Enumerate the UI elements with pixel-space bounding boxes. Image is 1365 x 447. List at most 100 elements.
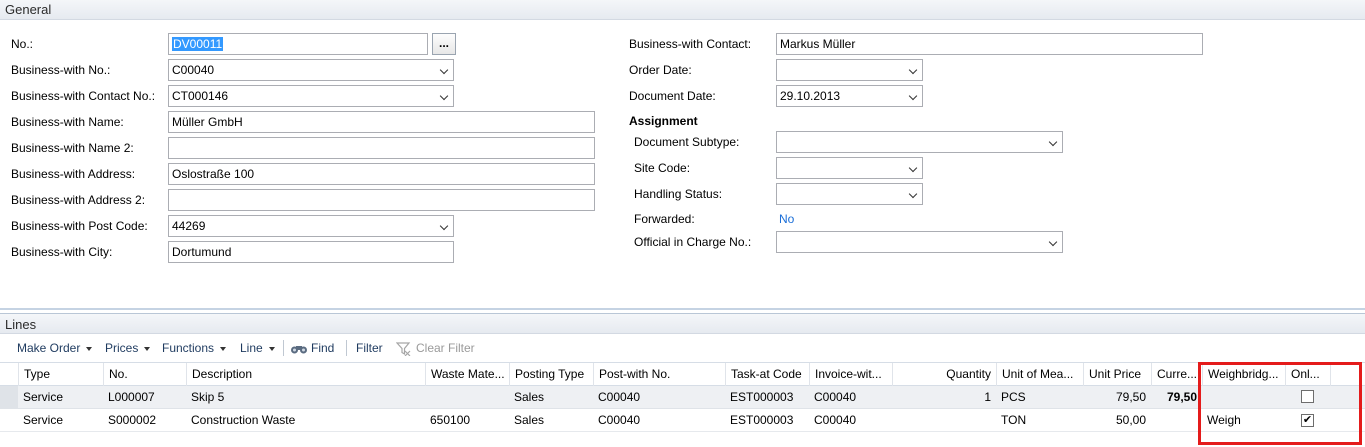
no-label: No.: <box>11 37 34 51</box>
cell-post-with-no[interactable]: C00040 <box>593 386 725 408</box>
functions-label: Functions <box>162 341 215 355</box>
cell-posting-type[interactable]: Sales <box>509 386 593 408</box>
cell-post-with-no[interactable]: C00040 <box>593 409 725 431</box>
cell-invoice-with[interactable]: C00040 <box>809 386 892 408</box>
cell-task-at-code[interactable]: EST000003 <box>725 386 809 408</box>
cell-waste-material[interactable] <box>425 386 509 408</box>
business-with-post-code-select[interactable]: 44269 <box>168 215 454 237</box>
cell-unit-price[interactable]: 50,00 <box>1083 409 1151 431</box>
prices-menu[interactable]: Prices <box>105 336 151 360</box>
col-header-unit-of-measure[interactable]: Unit of Mea... <box>996 363 1083 386</box>
cell-type[interactable]: Service <box>18 386 103 408</box>
forwarded-value[interactable]: No <box>779 212 794 226</box>
cell-description[interactable]: Construction Waste <box>186 409 425 431</box>
table-row[interactable]: Service S000002 Construction Waste 65010… <box>0 409 1365 432</box>
business-with-contact-no-select[interactable]: CT000146 <box>168 85 454 107</box>
site-code-select[interactable] <box>776 157 923 179</box>
business-with-name-input[interactable]: Müller GmbH <box>168 111 595 133</box>
col-header-post-with-no[interactable]: Post-with No. <box>593 363 725 386</box>
cell-unit-of-measure[interactable]: PCS <box>996 386 1083 408</box>
line-menu[interactable]: Line <box>240 336 275 360</box>
document-date-label: Document Date: <box>629 89 716 103</box>
general-title: General <box>5 2 52 17</box>
col-header-description[interactable]: Description <box>186 363 425 386</box>
order-date-label: Order Date: <box>629 63 692 77</box>
chevron-down-icon <box>86 346 93 351</box>
prices-label: Prices <box>105 341 139 355</box>
lines-section-header[interactable]: Lines <box>0 313 1365 334</box>
business-with-no-value: C00040 <box>172 63 215 77</box>
col-header-no[interactable]: No. <box>103 363 186 386</box>
cell-currency[interactable] <box>1151 409 1202 431</box>
business-with-no-label: Business-with No.: <box>11 63 111 77</box>
filter-button[interactable]: Filter <box>356 336 383 360</box>
business-with-contact-label: Business-with Contact: <box>629 37 752 51</box>
business-with-address-input[interactable]: Oslostraße 100 <box>168 163 595 185</box>
business-with-contact-no-value: CT000146 <box>172 89 229 103</box>
business-with-no-select[interactable]: C00040 <box>168 59 454 81</box>
cell-unit-price[interactable]: 79,50 <box>1083 386 1151 408</box>
business-with-city-label: Business-with City: <box>11 245 113 259</box>
order-date-select[interactable] <box>776 59 923 81</box>
business-with-name2-input[interactable] <box>168 137 595 159</box>
handling-status-label: Handling Status: <box>634 187 723 201</box>
find-button[interactable]: Find <box>290 336 334 360</box>
official-in-charge-select[interactable] <box>776 231 1063 253</box>
col-header-task-at-code[interactable]: Task-at Code <box>725 363 809 386</box>
no-input[interactable]: DV00011 <box>168 33 428 55</box>
document-subtype-select[interactable] <box>776 131 1063 153</box>
site-code-label: Site Code: <box>634 161 691 175</box>
assignment-heading: Assignment <box>629 114 698 128</box>
business-with-address2-input[interactable] <box>168 189 595 211</box>
find-label: Find <box>311 341 335 355</box>
highlight-box <box>1198 362 1362 445</box>
document-subtype-label: Document Subtype: <box>634 135 740 149</box>
business-with-post-code-value: 44269 <box>172 219 206 233</box>
col-header-quantity[interactable]: Quantity <box>892 363 996 386</box>
section-divider <box>0 308 1365 310</box>
document-date-select[interactable]: 29.10.2013 <box>776 85 923 107</box>
cell-type[interactable]: Service <box>18 409 103 431</box>
forwarded-label: Forwarded: <box>634 212 695 226</box>
no-input-value: DV00011 <box>172 37 224 51</box>
col-header-currency[interactable]: Curre... <box>1151 363 1202 386</box>
lines-toolbar: Make Order Prices Functions Line Find Fi… <box>0 336 1365 360</box>
col-header-waste-material[interactable]: Waste Mate... <box>425 363 509 386</box>
business-with-name2-label: Business-with Name 2: <box>11 141 134 155</box>
binoculars-icon <box>291 345 307 354</box>
table-row[interactable]: Service L000007 Skip 5 Sales C00040 EST0… <box>0 386 1365 409</box>
cell-no[interactable]: L000007 <box>103 386 186 408</box>
chevron-down-icon <box>220 346 227 351</box>
document-date-value: 29.10.2013 <box>780 89 841 103</box>
col-header-unit-price[interactable]: Unit Price <box>1083 363 1151 386</box>
cell-description[interactable]: Skip 5 <box>186 386 425 408</box>
cell-quantity[interactable]: 1 <box>892 386 996 408</box>
business-with-contact-input[interactable]: Markus Müller <box>776 33 1203 55</box>
functions-menu[interactable]: Functions <box>162 336 227 360</box>
cell-task-at-code[interactable]: EST000003 <box>725 409 809 431</box>
cell-quantity[interactable] <box>892 409 996 431</box>
clear-filter-button[interactable]: Clear Filter <box>395 336 475 360</box>
col-header-type[interactable]: Type <box>18 363 103 386</box>
toolbar-separator <box>283 340 284 356</box>
official-in-charge-label: Official in Charge No.: <box>634 235 752 249</box>
general-section-header[interactable]: General <box>0 0 1365 20</box>
business-with-city-input[interactable]: Dortumund <box>168 241 454 263</box>
cell-posting-type[interactable]: Sales <box>509 409 593 431</box>
cell-waste-material[interactable]: 650100 <box>425 409 509 431</box>
business-with-address-label: Business-with Address: <box>11 167 136 181</box>
cell-invoice-with[interactable]: C00040 <box>809 409 892 431</box>
lines-title: Lines <box>5 317 37 332</box>
toolbar-separator <box>346 340 347 356</box>
col-header-posting-type[interactable]: Posting Type <box>509 363 593 386</box>
cell-no[interactable]: S000002 <box>103 409 186 431</box>
cell-unit-of-measure[interactable]: TON <box>996 409 1083 431</box>
chevron-down-icon <box>144 346 151 351</box>
make-order-menu[interactable]: Make Order <box>17 336 93 360</box>
col-header-invoice-with[interactable]: Invoice-wit... <box>809 363 892 386</box>
cell-currency[interactable]: 79,50 <box>1151 386 1202 408</box>
no-assist-edit-button[interactable]: ... <box>432 33 456 55</box>
row-selector[interactable] <box>0 386 18 408</box>
handling-status-select[interactable] <box>776 183 923 205</box>
filter-label: Filter <box>356 341 383 355</box>
